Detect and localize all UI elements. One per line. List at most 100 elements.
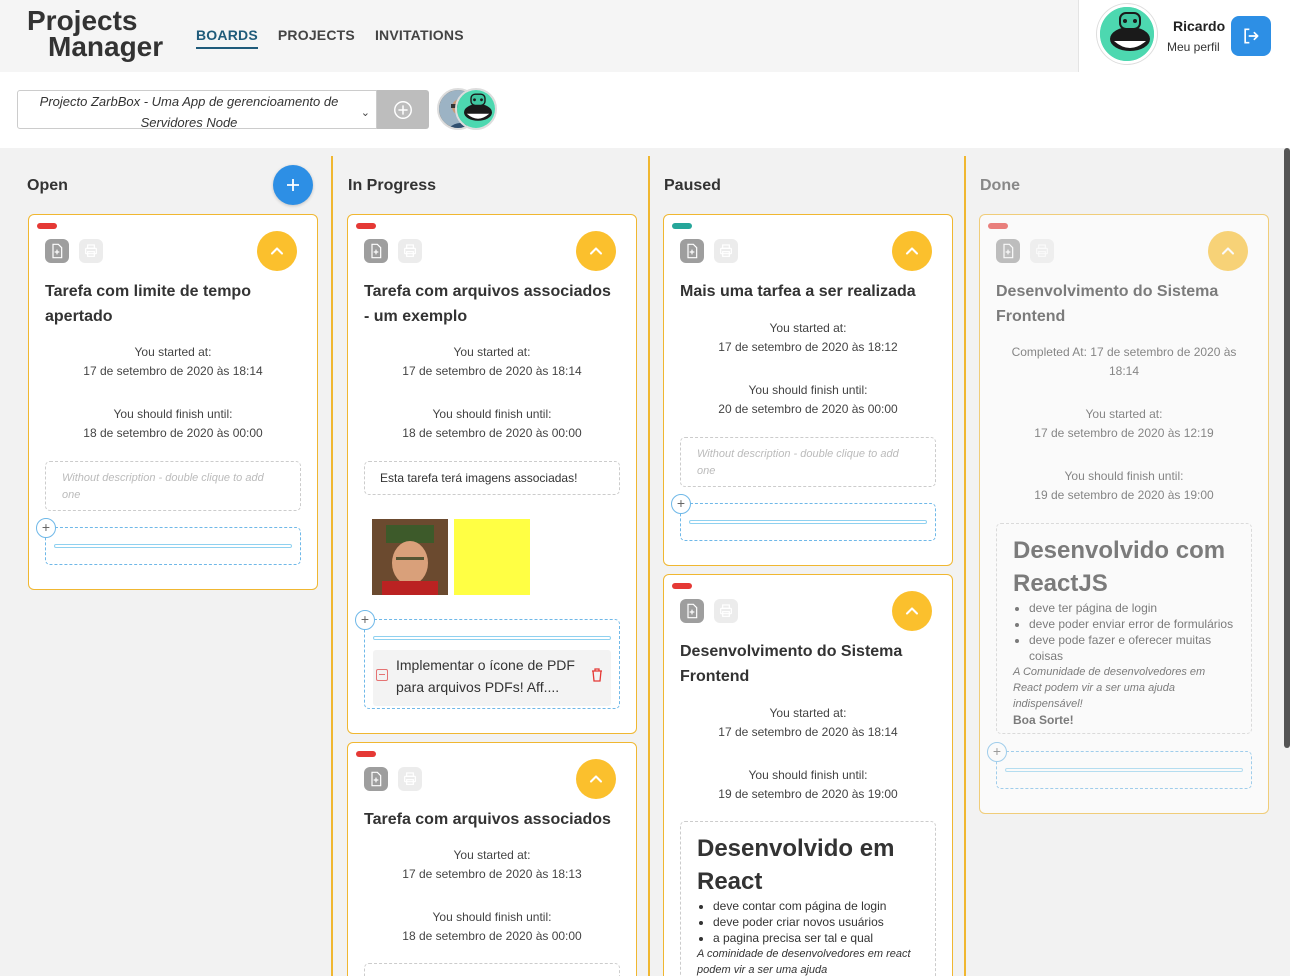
user-name: Ricardo [1173, 18, 1226, 34]
file-icon[interactable] [680, 239, 704, 263]
subtask-item[interactable]: Implementar o ícone de PDF para arquivos… [373, 650, 611, 706]
collapse-button[interactable] [257, 231, 297, 271]
project-bar: Projecto ZarbBox - Uma App de gerencioam… [0, 72, 1290, 148]
chevron-up-icon [586, 241, 606, 261]
finish-label: You should finish until: [113, 407, 233, 421]
card-title: Tarefa com limite de tempo apertado [45, 283, 251, 325]
app-logo[interactable]: Projects Manager [27, 7, 163, 61]
project-select[interactable]: Projecto ZarbBox - Uma App de gerencioam… [17, 90, 377, 130]
priority-tag [356, 223, 376, 229]
finish-label: You should finish until: [432, 407, 552, 421]
card-actions [680, 239, 738, 263]
finish-date: 20 de setembro de 2020 às 00:00 [718, 402, 898, 416]
subtask-progress-bar [54, 544, 292, 548]
chevron-up-icon [902, 241, 922, 261]
list-item: deve contar com página de login [713, 898, 919, 914]
file-icon[interactable] [680, 599, 704, 623]
finish-label: You should finish until: [432, 910, 552, 924]
card-title: Desenvolvimento do Sistema Frontend [680, 643, 903, 685]
description-placeholder[interactable]: Without description - double clique to a… [45, 461, 301, 511]
chevron-up-icon [1218, 241, 1238, 261]
collapse-button[interactable] [576, 759, 616, 799]
remove-subtask-icon[interactable] [376, 669, 388, 681]
started-date: 17 de setembro de 2020 às 12:19 [1034, 426, 1214, 440]
print-icon[interactable] [714, 599, 738, 623]
nav-projects[interactable]: PROJECTS [278, 27, 355, 49]
card-title: Tarefa com arquivos associados - um exem… [364, 283, 611, 325]
print-icon[interactable] [79, 239, 103, 263]
print-icon[interactable] [398, 767, 422, 791]
task-card[interactable]: Desenvolvimento do Sistema Frontend Comp… [979, 214, 1269, 814]
nav-invitations[interactable]: INVITATIONS [375, 27, 464, 49]
trash-icon[interactable] [591, 668, 603, 682]
task-card[interactable]: Tarefa com arquivos associados You start… [347, 742, 637, 976]
card-title: Mais uma tarfea a ser realizada [680, 283, 916, 300]
finish-label: You should finish until: [748, 768, 868, 782]
started-label: You started at: [134, 345, 212, 359]
priority-tag [672, 583, 692, 589]
add-subtask-button[interactable]: + [987, 742, 1007, 762]
card-title: Desenvolvimento do Sistema Frontend [996, 283, 1219, 325]
plus-circle-icon [394, 100, 412, 119]
collapse-button[interactable] [1208, 231, 1248, 271]
file-icon[interactable] [364, 767, 388, 791]
description-placeholder[interactable] [364, 963, 620, 976]
vertical-scrollbar[interactable] [1284, 148, 1290, 748]
main-nav: BOARDS PROJECTS INVITATIONS [196, 27, 464, 49]
subtask-list: + [987, 742, 1252, 789]
add-task-button[interactable] [273, 165, 313, 205]
subtask-progress-bar [373, 636, 611, 640]
logout-button[interactable] [1231, 16, 1271, 56]
add-subtask-button[interactable]: + [671, 494, 691, 514]
task-card[interactable]: Mais uma tarfea a ser realizada You star… [663, 214, 953, 566]
print-icon[interactable] [714, 239, 738, 263]
card-actions [996, 239, 1054, 263]
plus-icon [287, 179, 299, 191]
task-card[interactable]: Tarefa com limite de tempo apertado You … [28, 214, 318, 590]
rich-description[interactable]: Desenvolvido com ReactJS deve ter página… [996, 523, 1252, 734]
task-card[interactable]: Tarefa com arquivos associados - um exem… [347, 214, 637, 734]
priority-tag [988, 223, 1008, 229]
task-card[interactable]: Desenvolvimento do Sistema Frontend You … [663, 574, 953, 976]
add-subtask-button[interactable]: + [36, 518, 56, 538]
column-title: Paused [664, 177, 721, 194]
attached-image-thumbnail[interactable] [372, 519, 448, 595]
collapse-button[interactable] [892, 591, 932, 631]
column-done: Done Desenvolvimento do Sistema Frontend… [966, 156, 1290, 976]
rich-description[interactable]: Desenvolvido em React deve contar com pá… [680, 821, 936, 976]
collapse-button[interactable] [892, 231, 932, 271]
user-avatar[interactable] [1097, 4, 1157, 64]
list-item: deve poder criar novos usuários [713, 914, 919, 930]
attached-image-thumbnail[interactable] [454, 519, 530, 595]
file-icon[interactable] [45, 239, 69, 263]
card-actions [364, 239, 422, 263]
add-project-button[interactable] [377, 90, 429, 129]
description-placeholder[interactable]: Without description - double clique to a… [680, 437, 936, 487]
chevron-down-icon: ⌄ [360, 107, 370, 119]
subtask-text: Implementar o ícone de PDF para arquivos… [396, 657, 575, 695]
description-bold: Boa Sorte! [1013, 713, 1074, 727]
started-date: 17 de setembro de 2020 às 18:14 [83, 364, 263, 378]
nav-boards[interactable]: BOARDS [196, 27, 258, 49]
print-icon[interactable] [1030, 239, 1054, 263]
project-select-value: Projecto ZarbBox - Uma App de gerencioam… [39, 94, 339, 130]
print-icon[interactable] [398, 239, 422, 263]
member-avatar[interactable] [455, 88, 497, 130]
description-list: deve ter página de login deve poder envi… [1029, 600, 1235, 664]
subtask-progress-bar [1005, 768, 1243, 772]
card-title: Tarefa com arquivos associados [364, 811, 611, 828]
column-paused: Paused Mais uma tarfea a ser realizada Y… [650, 156, 964, 976]
list-item: a pagina precisa ser tal e qual [713, 930, 919, 946]
add-subtask-button[interactable]: + [355, 610, 375, 630]
card-actions [45, 239, 103, 263]
finish-date: 18 de setembro de 2020 às 00:00 [83, 426, 263, 440]
profile-link[interactable]: Meu perfil [1167, 40, 1220, 54]
finish-label: You should finish until: [748, 383, 868, 397]
app-header: Projects Manager BOARDS PROJECTS INVITAT… [0, 0, 1290, 72]
collapse-button[interactable] [576, 231, 616, 271]
description-box[interactable]: Esta tarefa terá imagens associadas! [364, 461, 620, 495]
file-icon[interactable] [996, 239, 1020, 263]
file-icon[interactable] [364, 239, 388, 263]
column-title: In Progress [348, 177, 437, 194]
started-date: 17 de setembro de 2020 às 18:14 [718, 725, 898, 739]
